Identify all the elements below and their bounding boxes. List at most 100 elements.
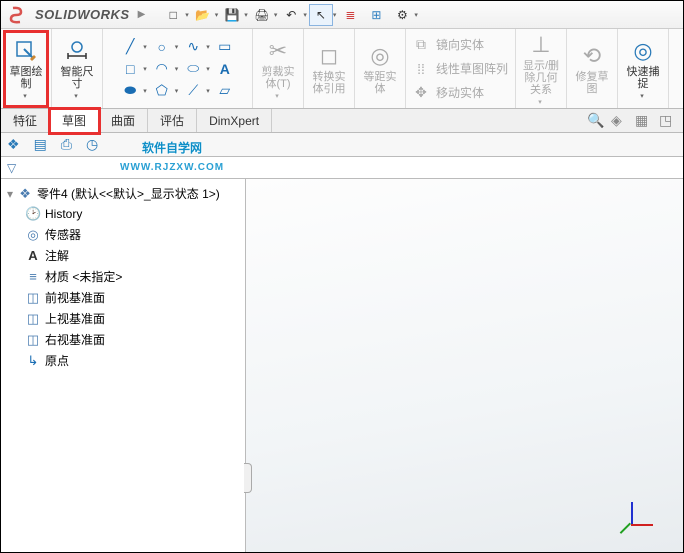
mirror-icon: ⧉ xyxy=(412,36,430,54)
arc-icon[interactable]: ◠ xyxy=(153,60,171,78)
tree-top-plane[interactable]: ◫ 上视基准面 xyxy=(3,308,243,329)
ribbon-group-offset: ◎ 等距实 体 xyxy=(355,29,406,108)
spline-icon[interactable]: ∿ xyxy=(184,38,202,56)
part-icon: ❖ xyxy=(17,186,33,202)
y-axis-icon xyxy=(631,502,633,524)
display-delete-relations-button[interactable]: ⊥ 显示/删 除几何 关系 ▾ xyxy=(520,32,562,106)
material-icon: ≡ xyxy=(25,269,41,284)
dimxpert-manager-tab-icon[interactable]: ◷ xyxy=(86,136,98,153)
mirror-entities-button[interactable]: ⧉镜向实体 xyxy=(412,36,484,54)
point-icon[interactable]: ⟋ xyxy=(184,82,202,100)
text-icon[interactable]: A xyxy=(216,60,234,78)
view-orientation-icon[interactable]: ◈ xyxy=(611,112,629,130)
tree-history[interactable]: 🕑 History xyxy=(3,204,243,224)
tree-root[interactable]: ▾ ❖ 零件4 (默认<<默认>_显示状态 1>) xyxy=(3,183,243,204)
sketch-create-button[interactable]: 草图绘 制 ▾ xyxy=(5,32,47,106)
hide-show-icon[interactable]: ◳ xyxy=(659,112,677,130)
zoom-fit-icon[interactable]: 🔍 xyxy=(587,112,605,130)
titlebar-expand-icon[interactable]: ▶ xyxy=(138,9,146,20)
tree-material[interactable]: ≡ 材质 <未指定> xyxy=(3,266,243,287)
repair-icon: ⟲ xyxy=(583,43,601,69)
ribbon-group-sketch: 草图绘 制 ▾ xyxy=(1,29,52,108)
history-icon: 🕑 xyxy=(25,206,41,222)
title-bar: SOLIDWORKS ▶ □▾ 📂▾ 💾▾ 🖨▾ ↶▾ ↖▾ ≣ ⊞ ⚙▾ xyxy=(1,1,683,29)
rebuild-button[interactable]: ≣ xyxy=(338,4,362,26)
property-manager-tab-icon[interactable]: ▤ xyxy=(34,136,47,153)
ribbon-group-trim: ✂ 剪裁实 体(T) ▾ xyxy=(253,29,304,108)
watermark: 软件自学网 WWW.RJZXW.COM xyxy=(120,138,224,178)
command-manager-tabs: 特征 草图 曲面 评估 DimXpert 🔍 ◈ ▦ ◳ xyxy=(1,109,683,133)
z-axis-icon xyxy=(620,523,631,534)
slot-icon[interactable]: ⬬ xyxy=(121,82,139,100)
trim-entities-button[interactable]: ✂ 剪裁实 体(T) ▾ xyxy=(257,32,299,106)
dimension-icon xyxy=(65,38,89,64)
feature-tree-tab-icon[interactable]: ❖ xyxy=(7,136,20,153)
polygon-icon[interactable]: ⬠ xyxy=(153,82,171,100)
convert-entities-button[interactable]: ◻ 转换实 体引用 xyxy=(308,32,350,106)
configuration-manager-tab-icon[interactable]: ⎙ xyxy=(61,136,72,153)
tab-features[interactable]: 特征 xyxy=(1,109,50,132)
ribbon-group-shapes: ╱▾ ○▾ ∿▾ ▭ □▾ ◠▾ ⬭▾ A ⬬▾ ⬠▾ ⟋▾ ▱ xyxy=(103,29,253,108)
tree-annotations[interactable]: A 注解 xyxy=(3,245,243,266)
move-icon: ✥ xyxy=(412,84,430,102)
tab-sketch[interactable]: 草图 xyxy=(50,109,99,133)
quick-snap-button[interactable]: ◎ 快速捕 捉 ▾ xyxy=(622,32,664,106)
app-title: SOLIDWORKS xyxy=(35,7,130,22)
select-button[interactable]: ↖ xyxy=(309,4,333,26)
undo-button[interactable]: ↶ xyxy=(279,4,303,26)
linear-pattern-button[interactable]: ⁞⁞线性草图阵列 xyxy=(412,60,508,78)
smart-dimension-button[interactable]: 智能尺 寸 ▾ xyxy=(56,32,98,106)
new-file-button[interactable]: □ xyxy=(161,4,185,26)
circle-icon[interactable]: ○ xyxy=(153,38,171,56)
tree-right-plane[interactable]: ◫ 右视基准面 xyxy=(3,329,243,350)
sensors-icon: ◎ xyxy=(25,227,41,243)
ribbon-group-pattern: ⧉镜向实体 ⁞⁞线性草图阵列 ✥移动实体 xyxy=(406,29,516,108)
ribbon-group-dimension: 智能尺 寸 ▾ xyxy=(52,29,103,108)
plane-icon: ◫ xyxy=(25,311,41,327)
save-button[interactable]: 💾 xyxy=(220,4,244,26)
annotations-icon: A xyxy=(25,248,41,263)
tree-front-plane[interactable]: ◫ 前视基准面 xyxy=(3,287,243,308)
repair-sketch-button[interactable]: ⟲ 修复草 图 xyxy=(571,32,613,106)
x-axis-icon xyxy=(631,524,653,526)
feature-manager-tabs: ❖ ▤ ⎙ ◷ xyxy=(1,133,683,157)
ribbon-group-snap: ◎ 快速捕 捉 ▾ xyxy=(618,29,669,108)
tab-dimxpert[interactable]: DimXpert xyxy=(197,109,272,132)
main-area: ▾ ❖ 零件4 (默认<<默认>_显示状态 1>) 🕑 History ◎ 传感… xyxy=(1,179,683,552)
options-button[interactable]: ⊞ xyxy=(364,4,388,26)
view-toolbar: 🔍 ◈ ▦ ◳ xyxy=(587,112,677,130)
settings-button[interactable]: ⚙ xyxy=(390,4,414,26)
trim-icon: ✂ xyxy=(269,38,287,64)
panel-collapse-handle[interactable] xyxy=(244,463,252,493)
move-entities-button[interactable]: ✥移动实体 xyxy=(412,84,484,102)
rect-icon[interactable]: ▭ xyxy=(216,38,234,56)
tab-surfaces[interactable]: 曲面 xyxy=(99,109,148,132)
graphics-area[interactable] xyxy=(246,179,683,552)
filter-icon[interactable]: ▽ xyxy=(7,161,16,175)
orientation-triad[interactable] xyxy=(621,494,651,524)
rectangle-icon[interactable]: □ xyxy=(121,60,139,78)
print-button[interactable]: 🖨 xyxy=(250,4,274,26)
offset-icon: ◎ xyxy=(370,43,389,69)
display-style-icon[interactable]: ▦ xyxy=(635,112,653,130)
quick-access-toolbar: □▾ 📂▾ 💾▾ 🖨▾ ↶▾ ↖▾ ≣ ⊞ ⚙▾ xyxy=(161,4,418,26)
ribbon-group-relations: ⊥ 显示/删 除几何 关系 ▾ xyxy=(516,29,567,108)
plane-icon: ◫ xyxy=(25,332,41,348)
sketch-icon xyxy=(14,38,38,64)
relations-icon: ⊥ xyxy=(531,32,550,58)
tree-origin[interactable]: ↳ 原点 xyxy=(3,350,243,371)
app-logo-icon xyxy=(7,5,27,25)
ribbon-group-convert: ◻ 转换实 体引用 xyxy=(304,29,355,108)
tree-filter-bar: ▽ xyxy=(1,157,683,179)
ellipse-icon[interactable]: ⬭ xyxy=(184,60,202,78)
plane-icon[interactable]: ▱ xyxy=(216,82,234,100)
origin-icon: ↳ xyxy=(25,353,41,369)
ribbon: 草图绘 制 ▾ 智能尺 寸 ▾ ╱▾ ○▾ ∿▾ ▭ □▾ ◠▾ ⬭▾ A xyxy=(1,29,683,109)
line-icon[interactable]: ╱ xyxy=(121,38,139,56)
offset-entities-button[interactable]: ◎ 等距实 体 xyxy=(359,32,401,106)
open-file-button[interactable]: 📂 xyxy=(191,4,215,26)
tree-sensors[interactable]: ◎ 传感器 xyxy=(3,224,243,245)
collapse-icon[interactable]: ▾ xyxy=(7,187,13,201)
plane-icon: ◫ xyxy=(25,290,41,306)
tab-evaluate[interactable]: 评估 xyxy=(148,109,197,132)
